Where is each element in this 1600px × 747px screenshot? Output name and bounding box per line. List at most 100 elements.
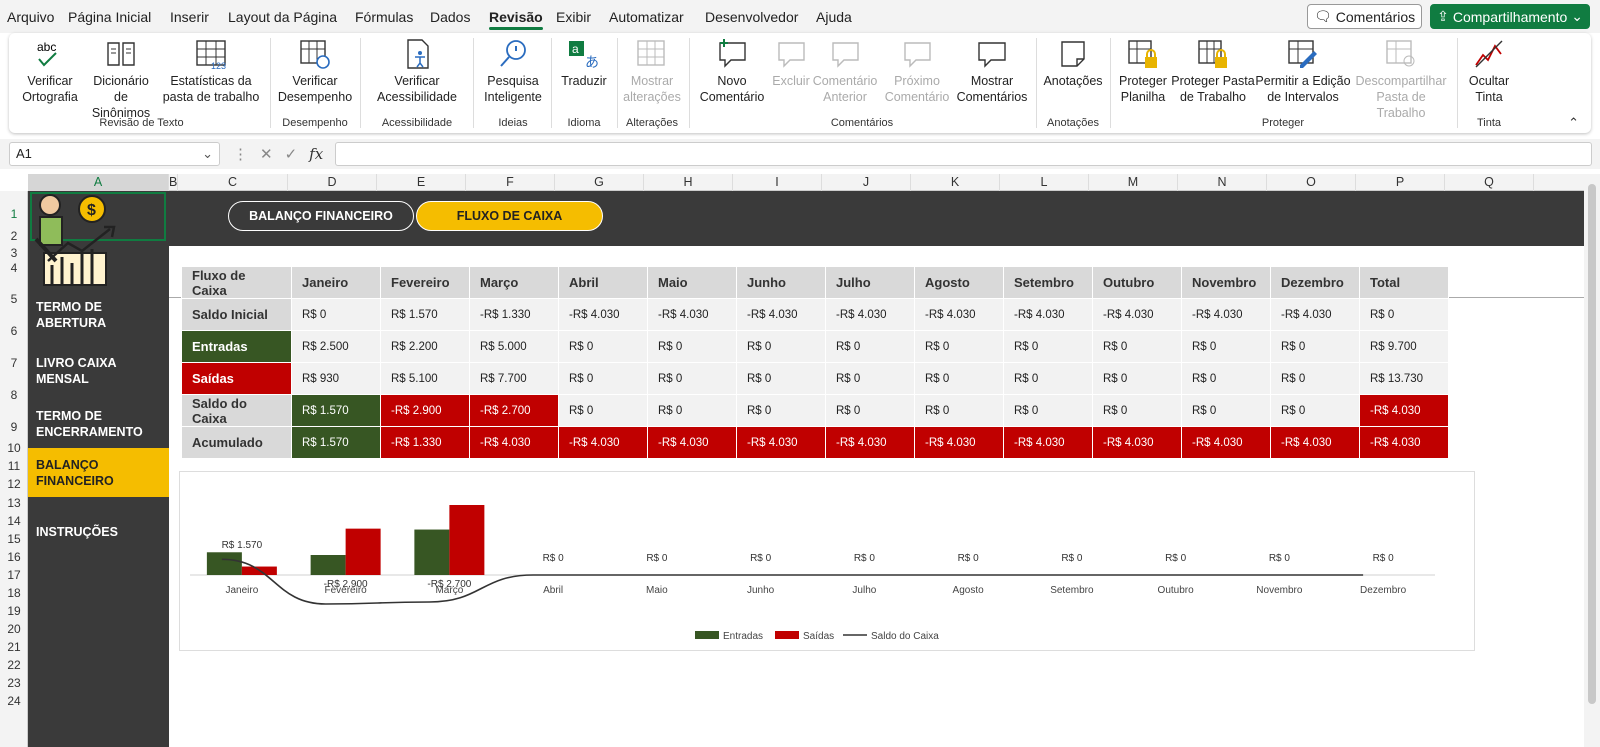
- table-cell[interactable]: R$ 0: [736, 394, 826, 427]
- menu-automatizar[interactable]: Automatizar: [609, 9, 684, 25]
- previous-comment-button[interactable]: Comentário Anterior: [809, 37, 881, 105]
- table-cell[interactable]: R$ 1.570: [380, 298, 470, 331]
- table-cell[interactable]: -R$ 4.030: [736, 426, 826, 459]
- row-header-2[interactable]: 2: [0, 229, 28, 243]
- table-cell[interactable]: R$ 1.570: [291, 426, 381, 459]
- table-cell[interactable]: R$ 2.500: [291, 330, 381, 363]
- thesaurus-button[interactable]: Dicionário de Sinônimos: [85, 37, 157, 121]
- menu-dados[interactable]: Dados: [430, 9, 470, 25]
- column-header-L[interactable]: L: [1000, 174, 1089, 191]
- table-header-cell[interactable]: Maio: [647, 266, 737, 299]
- row-header-24[interactable]: 24: [0, 694, 28, 708]
- hide-ink-button[interactable]: Ocultar Tinta: [1461, 37, 1517, 105]
- row-header-19[interactable]: 19: [0, 604, 28, 618]
- unshare-workbook-button[interactable]: Descompartilhar Pasta de Trabalho: [1351, 37, 1451, 121]
- delete-comment-button[interactable]: Excluir: [771, 37, 811, 89]
- table-cell[interactable]: R$ 0: [1181, 362, 1271, 395]
- table-cell[interactable]: -R$ 4.030: [1092, 298, 1182, 331]
- table-header-cell[interactable]: Fevereiro: [380, 266, 470, 299]
- table-cell[interactable]: R$ 7.700: [469, 362, 559, 395]
- row-header-16[interactable]: 16: [0, 550, 28, 564]
- menu-revisão[interactable]: Revisão: [489, 9, 543, 30]
- formula-input[interactable]: [335, 142, 1592, 166]
- column-header-M[interactable]: M: [1089, 174, 1178, 191]
- table-cell[interactable]: R$ 0: [825, 330, 915, 363]
- column-header-Q[interactable]: Q: [1445, 174, 1534, 191]
- row-header-22[interactable]: 22: [0, 658, 28, 672]
- row-label[interactable]: Saldo Inicial: [181, 298, 292, 331]
- table-cell[interactable]: R$ 0: [1003, 394, 1093, 427]
- row-header-6[interactable]: 6: [0, 324, 28, 338]
- vertical-scrollbar[interactable]: [1584, 174, 1600, 747]
- table-header-cell[interactable]: Fluxo de Caixa: [181, 266, 292, 299]
- column-header-H[interactable]: H: [644, 174, 733, 191]
- menu-ajuda[interactable]: Ajuda: [816, 9, 852, 25]
- row-header-11[interactable]: 11: [0, 459, 28, 473]
- table-cell[interactable]: -R$ 4.030: [1270, 426, 1360, 459]
- table-header-cell[interactable]: Março: [469, 266, 559, 299]
- row-header-10[interactable]: 10: [0, 441, 28, 455]
- tab-fluxo-de-caixa[interactable]: FLUXO DE CAIXA: [416, 201, 603, 231]
- table-cell[interactable]: R$ 0: [1003, 330, 1093, 363]
- row-header-12[interactable]: 12: [0, 477, 28, 491]
- table-cell[interactable]: -R$ 4.030: [1181, 298, 1271, 331]
- table-cell[interactable]: R$ 0: [1092, 394, 1182, 427]
- table-cell[interactable]: -R$ 4.030: [1181, 426, 1271, 459]
- show-comments-button[interactable]: Mostrar Comentários: [953, 37, 1031, 105]
- table-cell[interactable]: -R$ 4.030: [1003, 426, 1093, 459]
- menu-fórmulas[interactable]: Fórmulas: [355, 9, 413, 25]
- table-header-cell[interactable]: Setembro: [1003, 266, 1093, 299]
- new-comment-button[interactable]: Novo Comentário: [693, 37, 771, 105]
- table-cell[interactable]: -R$ 4.030: [825, 426, 915, 459]
- row-label[interactable]: Saldo do Caixa: [181, 394, 292, 427]
- table-cell[interactable]: -R$ 4.030: [1270, 298, 1360, 331]
- row-label[interactable]: Saídas: [181, 362, 292, 395]
- column-header-N[interactable]: N: [1178, 174, 1267, 191]
- table-cell[interactable]: R$ 0: [914, 362, 1004, 395]
- table-cell[interactable]: -R$ 1.330: [380, 426, 470, 459]
- table-cell[interactable]: -R$ 4.030: [1003, 298, 1093, 331]
- column-header-D[interactable]: D: [288, 174, 377, 191]
- column-header-A[interactable]: A: [28, 174, 169, 191]
- allow-edit-ranges-button[interactable]: Permitir a Edição de Intervalos: [1255, 37, 1351, 105]
- table-cell[interactable]: R$ 0: [1003, 362, 1093, 395]
- table-cell[interactable]: -R$ 4.030: [736, 298, 826, 331]
- table-cell[interactable]: -R$ 4.030: [825, 298, 915, 331]
- table-cell[interactable]: R$ 5.000: [469, 330, 559, 363]
- table-cell[interactable]: R$ 9.700: [1359, 330, 1449, 363]
- row-header-9[interactable]: 9: [0, 420, 28, 434]
- column-header-K[interactable]: K: [911, 174, 1000, 191]
- table-cell[interactable]: -R$ 4.030: [558, 298, 648, 331]
- scrollbar-thumb[interactable]: [1588, 184, 1596, 704]
- row-header-4[interactable]: 4: [0, 261, 28, 275]
- table-cell[interactable]: -R$ 4.030: [1359, 426, 1449, 459]
- notes-button[interactable]: Anotações: [1041, 37, 1105, 89]
- nav-item-instrucoes[interactable]: INSTRUÇÕES: [28, 516, 169, 548]
- menu-inserir[interactable]: Inserir: [170, 9, 209, 25]
- table-cell[interactable]: R$ 5.100: [380, 362, 470, 395]
- table-cell[interactable]: R$ 0: [1270, 330, 1360, 363]
- cancel-icon[interactable]: ✕: [260, 145, 273, 163]
- table-header-cell[interactable]: Abril: [558, 266, 648, 299]
- table-cell[interactable]: -R$ 4.030: [469, 426, 559, 459]
- workbook-stats-button[interactable]: 123 Estatísticas da pasta de trabalho: [161, 37, 261, 105]
- protect-workbook-button[interactable]: Proteger Pasta de Trabalho: [1171, 37, 1255, 105]
- table-cell[interactable]: R$ 0: [647, 330, 737, 363]
- table-header-cell[interactable]: Dezembro: [1270, 266, 1360, 299]
- table-cell[interactable]: R$ 0: [1270, 394, 1360, 427]
- table-cell[interactable]: -R$ 4.030: [1092, 426, 1182, 459]
- row-header-8[interactable]: 8: [0, 388, 28, 402]
- column-header-P[interactable]: P: [1356, 174, 1445, 191]
- table-cell[interactable]: R$ 0: [736, 330, 826, 363]
- row-header-17[interactable]: 17: [0, 568, 28, 582]
- table-cell[interactable]: R$ 0: [647, 362, 737, 395]
- table-cell[interactable]: R$ 0: [736, 362, 826, 395]
- table-cell[interactable]: -R$ 4.030: [914, 426, 1004, 459]
- table-cell[interactable]: R$ 0: [914, 394, 1004, 427]
- table-cell[interactable]: R$ 0: [914, 330, 1004, 363]
- row-header-3[interactable]: 3: [0, 246, 28, 260]
- row-header-15[interactable]: 15: [0, 532, 28, 546]
- row-header-14[interactable]: 14: [0, 514, 28, 528]
- table-cell[interactable]: R$ 0: [558, 330, 648, 363]
- table-cell[interactable]: R$ 13.730: [1359, 362, 1449, 395]
